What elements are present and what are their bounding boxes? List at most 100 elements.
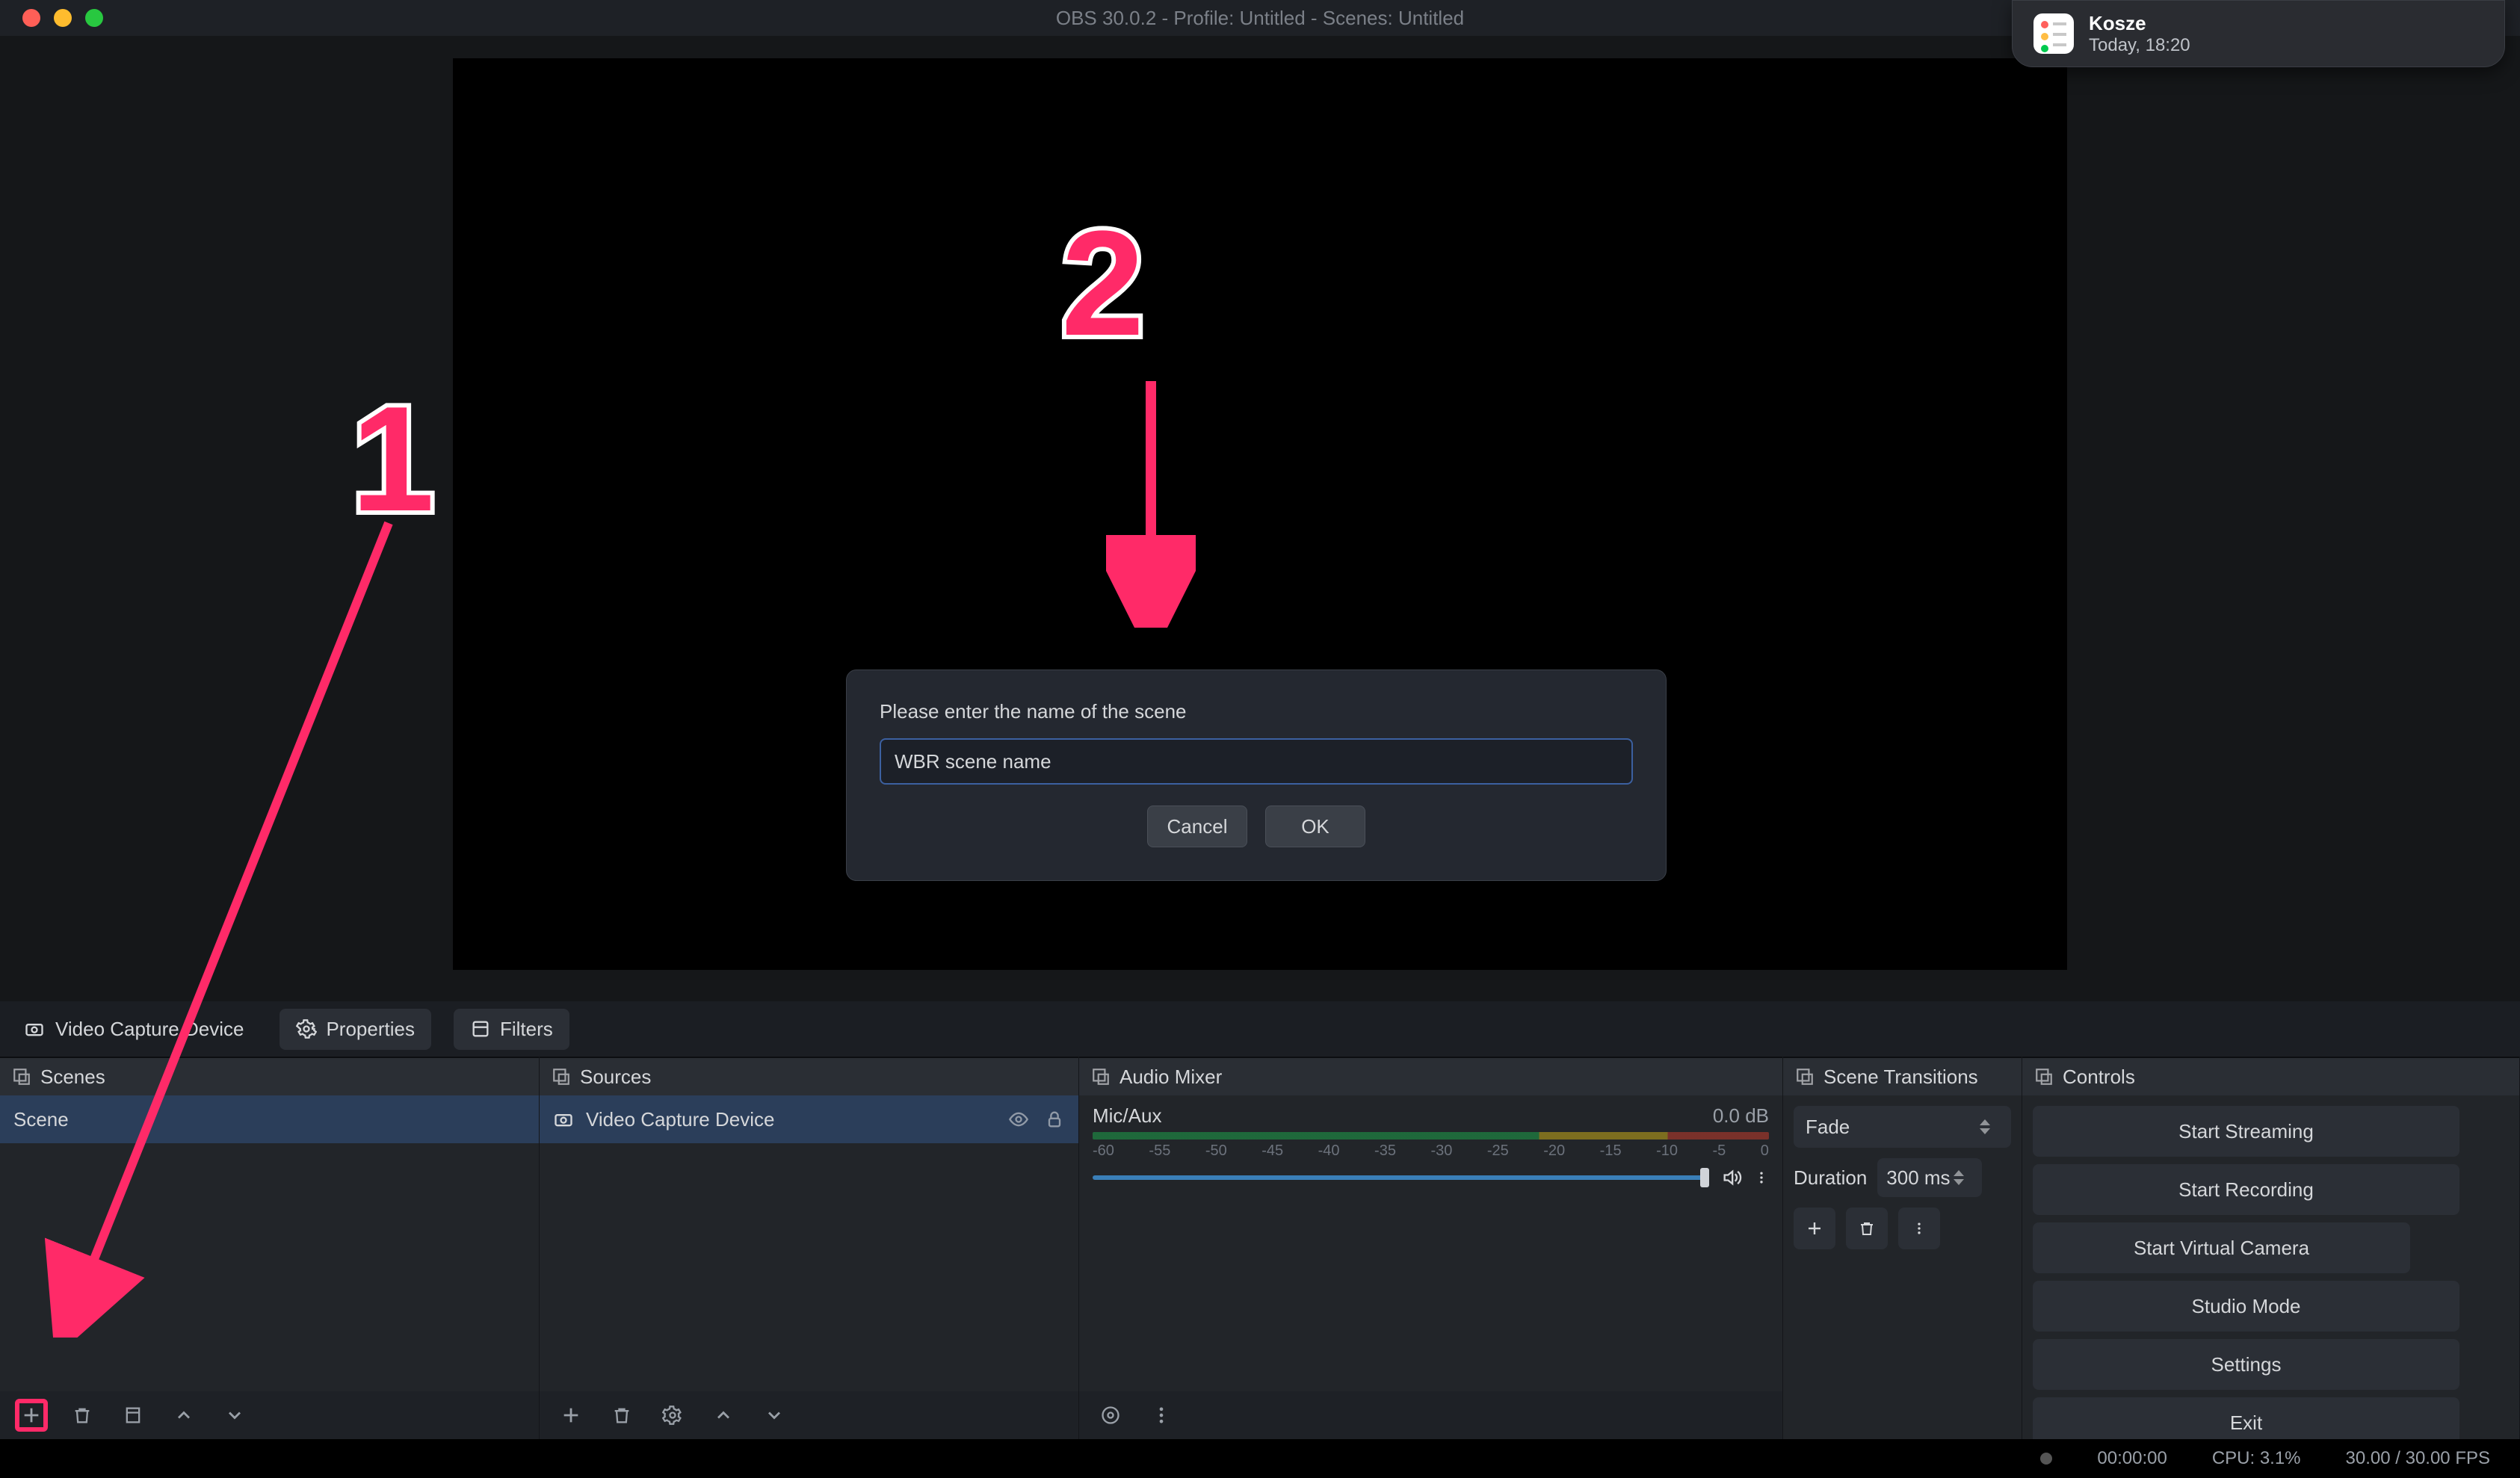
status-rec-time: 00:00:00	[2097, 1448, 2167, 1469]
audio-meter	[1093, 1132, 1769, 1140]
zoom-window-button[interactable]	[85, 9, 103, 27]
settings-button[interactable]: Settings	[2033, 1339, 2459, 1390]
reminders-app-icon	[2033, 13, 2074, 54]
start-recording-button[interactable]: Start Recording	[2033, 1164, 2459, 1215]
popout-icon	[552, 1067, 571, 1086]
lock-icon[interactable]	[1044, 1109, 1065, 1130]
source-move-down-button[interactable]	[758, 1399, 791, 1432]
scene-filters-button[interactable]	[117, 1399, 149, 1432]
controls-title: Controls	[2063, 1066, 2135, 1089]
remove-transition-button[interactable]	[1846, 1208, 1888, 1249]
source-item[interactable]: Video Capture Device	[540, 1095, 1078, 1143]
chevron-down-icon	[224, 1405, 245, 1426]
controls-panel-header[interactable]: Controls	[2022, 1057, 2519, 1095]
mixer-track: Mic/Aux 0.0 dB -60-55-50-45-40-35-30-25-…	[1079, 1095, 1782, 1188]
annotation-arrow-2	[1106, 374, 1196, 628]
status-cpu: CPU: 3.1%	[2212, 1448, 2301, 1469]
scene-move-up-button[interactable]	[167, 1399, 200, 1432]
popout-icon	[1795, 1067, 1815, 1086]
updown-icon	[1954, 1163, 1973, 1193]
scenes-footer	[0, 1391, 539, 1439]
camera-icon	[24, 1018, 45, 1039]
eye-icon[interactable]	[1008, 1109, 1029, 1130]
chevron-up-icon	[713, 1405, 734, 1426]
controls-panel: Controls Start Streaming Start Recording…	[2022, 1057, 2520, 1439]
status-bar: 00:00:00 CPU: 3.1% 30.00 / 30.00 FPS	[0, 1439, 2520, 1478]
status-dot	[2040, 1453, 2052, 1465]
transitions-panel-header[interactable]: Scene Transitions	[1783, 1057, 2022, 1095]
gear-small-icon	[1100, 1405, 1121, 1426]
duration-value: 300 ms	[1886, 1166, 1950, 1190]
add-source-button[interactable]	[555, 1399, 587, 1432]
transition-select[interactable]: Fade	[1794, 1106, 2011, 1148]
obs-window: OBS 30.0.2 - Profile: Untitled - Scenes:…	[0, 0, 2520, 1439]
dialog-prompt: Please enter the name of the scene	[880, 700, 1633, 723]
scene-move-down-button[interactable]	[218, 1399, 251, 1432]
mixer-menu-button[interactable]	[1145, 1399, 1178, 1432]
annotation-number-1: 1	[351, 374, 434, 545]
cancel-button[interactable]: Cancel	[1147, 806, 1247, 847]
updown-icon	[1980, 1112, 1999, 1142]
notification-subtitle: Today, 18:20	[2089, 35, 2190, 56]
mixer-panel-header[interactable]: Audio Mixer	[1079, 1057, 1782, 1095]
gear-icon	[662, 1405, 683, 1426]
sources-title: Sources	[580, 1066, 651, 1089]
transition-menu-button[interactable]	[1898, 1208, 1940, 1249]
mixer-title: Audio Mixer	[1120, 1066, 1222, 1089]
sources-list: Video Capture Device	[540, 1095, 1078, 1391]
scene-name-input[interactable]	[880, 738, 1633, 785]
kebab-icon	[1912, 1219, 1927, 1237]
filters-icon	[470, 1018, 491, 1039]
kebab-icon[interactable]	[1754, 1167, 1769, 1188]
notification-title: Kosze	[2089, 12, 2190, 35]
status-fps: 30.00 / 30.00 FPS	[2346, 1448, 2490, 1469]
minimize-window-button[interactable]	[54, 9, 72, 27]
ok-button[interactable]: OK	[1265, 806, 1365, 847]
add-scene-button[interactable]	[15, 1399, 48, 1432]
mixer-ticks: -60-55-50-45-40-35-30-25-20-15-10-50	[1093, 1142, 1769, 1160]
volume-slider[interactable]	[1093, 1175, 1709, 1180]
source-item-label: Video Capture Device	[586, 1108, 774, 1131]
transitions-title: Scene Transitions	[1823, 1066, 1978, 1089]
plus-icon	[1806, 1219, 1823, 1237]
trash-icon	[1858, 1219, 1876, 1237]
exit-button[interactable]: Exit	[2033, 1397, 2459, 1439]
start-streaming-button[interactable]: Start Streaming	[2033, 1106, 2459, 1157]
popout-icon	[12, 1067, 31, 1086]
folder-icon	[123, 1405, 143, 1426]
source-properties-button[interactable]	[656, 1399, 689, 1432]
source-move-up-button[interactable]	[707, 1399, 740, 1432]
kebab-icon	[1151, 1405, 1172, 1426]
duration-label: Duration	[1794, 1166, 1867, 1190]
sources-footer	[540, 1391, 1078, 1439]
scene-name-dialog: Please enter the name of the scene Cance…	[846, 670, 1667, 881]
traffic-lights	[0, 9, 103, 27]
transition-selected-label: Fade	[1806, 1116, 1850, 1139]
studio-mode-button[interactable]: Studio Mode	[2033, 1281, 2459, 1332]
transitions-panel: Scene Transitions Fade Duration 300 ms	[1783, 1057, 2022, 1439]
close-window-button[interactable]	[22, 9, 40, 27]
plus-icon	[21, 1405, 42, 1426]
start-virtual-camera-button[interactable]: Start Virtual Camera	[2033, 1222, 2410, 1273]
plus-icon	[560, 1405, 581, 1426]
chevron-down-icon	[764, 1405, 785, 1426]
mixer-footer	[1079, 1391, 1782, 1439]
trash-icon	[611, 1405, 632, 1426]
speaker-icon[interactable]	[1721, 1167, 1742, 1188]
remove-scene-button[interactable]	[66, 1399, 99, 1432]
sources-panel-header[interactable]: Sources	[540, 1057, 1078, 1095]
popout-icon	[2034, 1067, 2054, 1086]
filters-button[interactable]: Filters	[454, 1009, 569, 1050]
advanced-audio-button[interactable]	[1094, 1399, 1127, 1432]
camera-icon	[553, 1109, 574, 1130]
audio-mixer-panel: Audio Mixer Mic/Aux 0.0 dB -60-55-50-45-…	[1079, 1057, 1783, 1439]
system-notification[interactable]: Kosze Today, 18:20	[2012, 0, 2505, 67]
duration-input[interactable]: 300 ms	[1877, 1158, 1982, 1197]
sources-panel: Sources Video Capture Device	[540, 1057, 1079, 1439]
mixer-track-name: Mic/Aux	[1093, 1104, 1161, 1128]
annotation-number-2: 2	[1061, 198, 1144, 370]
add-transition-button[interactable]	[1794, 1208, 1835, 1249]
remove-source-button[interactable]	[605, 1399, 638, 1432]
chevron-up-icon	[173, 1405, 194, 1426]
popout-icon	[1091, 1067, 1111, 1086]
